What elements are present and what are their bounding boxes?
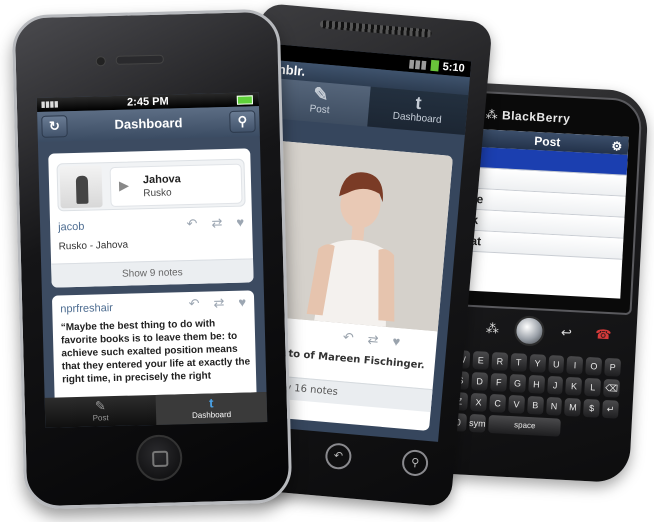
back-icon[interactable]: ↩ [551, 324, 582, 342]
key[interactable]: M [564, 397, 582, 417]
pin-icon: ✎ [94, 398, 106, 414]
key[interactable]: E [472, 351, 490, 370]
key[interactable]: X [469, 392, 488, 412]
quote-text: “Maybe the best thing to do with favorit… [60, 318, 251, 386]
key[interactable]: O [585, 356, 603, 376]
speaker-grille [319, 19, 432, 38]
tab-post[interactable]: ✎ Post [269, 78, 371, 127]
play-button[interactable]: ▶ Jahova Rusko [109, 163, 243, 208]
heart-icon[interactable]: ♥ [392, 334, 401, 351]
key[interactable]: ⌫ [603, 378, 620, 398]
tab-label: Post [309, 103, 330, 117]
key[interactable]: V [508, 394, 525, 414]
reblog-icon[interactable]: ⇄ [367, 331, 379, 348]
track-artist: Rusko [143, 187, 172, 200]
key[interactable]: Y [529, 353, 546, 373]
tab-bar: ✎ Post t Dashboard [44, 392, 268, 428]
battery-icon [430, 59, 440, 72]
key[interactable]: ↵ [602, 399, 619, 419]
show-notes-button[interactable]: Show 9 notes [51, 258, 254, 288]
space-key[interactable]: space [488, 414, 562, 437]
tab-label: Post [92, 413, 109, 423]
heart-icon[interactable]: ♥ [236, 215, 244, 231]
key[interactable]: $ [583, 398, 601, 418]
key[interactable]: U [547, 354, 565, 374]
iphone: ▮▮▮▮ 2:45 PM ↻ Dashboard ⚲ ▶ Jahova Rusk… [11, 8, 293, 510]
tab-label: Dashboard [191, 409, 232, 421]
key[interactable]: D [470, 371, 489, 391]
reblog-icon[interactable]: ⇄ [213, 295, 224, 311]
audio-post: ▶ Jahova Rusko jacob ↶ ⇄ ♥ Rusko - Jahov… [48, 148, 254, 288]
end-call-icon[interactable]: ☎ [588, 326, 619, 344]
key[interactable]: F [490, 372, 508, 392]
key[interactable]: K [565, 376, 583, 396]
key[interactable]: L [584, 377, 602, 397]
post-username[interactable]: nprfreshair [60, 302, 113, 315]
key[interactable]: P [604, 357, 622, 377]
tab-dashboard[interactable]: t Dashboard [367, 86, 469, 136]
status-time: 5:10 [442, 60, 466, 75]
key[interactable]: G [509, 373, 526, 393]
tab-dashboard[interactable]: t Dashboard [155, 392, 268, 425]
blackberry-screen: Post ⚙ to ote nk hat [458, 128, 629, 299]
key[interactable]: N [545, 396, 563, 416]
battery-icon [236, 95, 253, 105]
album-art [59, 165, 103, 209]
search-icon[interactable]: ⚲ [401, 448, 430, 478]
signal-icon: ▮▮▮▮ [40, 99, 59, 109]
track-title: Jahova [142, 173, 182, 187]
key[interactable]: I [566, 355, 584, 375]
woman-photo [262, 140, 453, 332]
search-icon[interactable]: ⚲ [229, 110, 256, 133]
reblog-icon[interactable]: ⇄ [211, 215, 222, 231]
menu-icon[interactable]: ⁂ [477, 320, 508, 338]
signal-icon: ▮▮▮ [408, 57, 428, 72]
trackball[interactable] [513, 315, 546, 347]
key[interactable]: R [491, 352, 509, 371]
nav-title: Dashboard [114, 115, 183, 132]
camera [95, 56, 106, 67]
key[interactable]: C [489, 393, 507, 413]
status-time: 2:45 PM [126, 95, 169, 109]
reply-icon[interactable]: ↶ [188, 296, 199, 312]
key[interactable]: T [510, 353, 528, 372]
post-photo[interactable] [262, 140, 453, 332]
reply-icon[interactable]: ↶ [186, 216, 197, 232]
heart-icon[interactable]: ♥ [238, 295, 246, 311]
post-actions: ↶ ⇄ ♥ [188, 295, 246, 313]
back-icon[interactable]: ↶ [324, 442, 353, 471]
key[interactable]: sym [468, 413, 487, 433]
refresh-icon[interactable]: ↻ [41, 115, 68, 138]
earpiece [115, 54, 164, 65]
gear-icon[interactable]: ⚙ [611, 137, 623, 156]
post-text: Rusko - Jahova [58, 239, 129, 253]
tumblr-icon: t [208, 395, 214, 411]
home-button[interactable] [135, 434, 183, 482]
post-actions: ↶ ⇄ ♥ [342, 329, 401, 350]
post-username[interactable]: jacob [58, 221, 85, 234]
blackberry-logo: ⁂ BlackBerry [485, 107, 571, 126]
tab-post[interactable]: ✎ Post [45, 395, 157, 428]
audio-player: ▶ Jahova Rusko [56, 158, 246, 212]
nav-bar: ↻ Dashboard ⚲ [37, 106, 260, 142]
key[interactable]: H [528, 374, 545, 394]
post-actions: ↶ ⇄ ♥ [186, 215, 244, 233]
play-icon: ▶ [118, 177, 130, 193]
key[interactable]: B [526, 395, 544, 415]
photo-caption: Photo of Mareen Fischinger. [266, 346, 426, 372]
reply-icon[interactable]: ↶ [342, 329, 354, 346]
iphone-screen: ▮▮▮▮ 2:45 PM ↻ Dashboard ⚲ ▶ Jahova Rusk… [36, 92, 268, 428]
key[interactable]: J [546, 375, 564, 395]
